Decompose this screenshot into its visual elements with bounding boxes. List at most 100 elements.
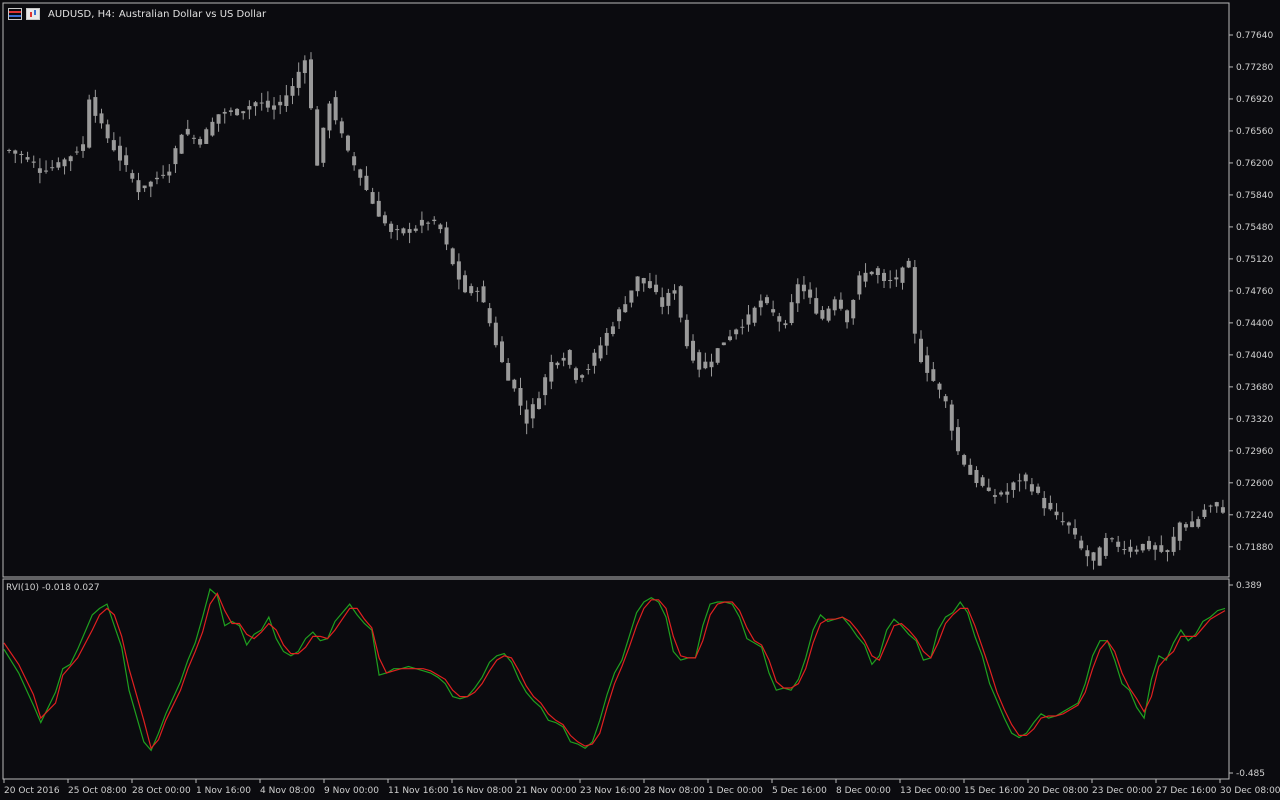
candle-body [321,127,326,163]
candle-body [222,111,227,114]
candle-body [968,464,973,475]
candle-body [789,302,794,324]
time-tick-label: 21 Nov 00:00 [516,786,577,796]
candle-body [167,171,172,176]
candle-body [272,105,277,110]
candle-body [1079,540,1084,549]
candle-body [882,272,887,281]
candle-body [463,275,468,293]
main-chart-frame [2,2,1230,578]
candle-body [1165,550,1170,553]
candle-body [173,148,178,165]
time-tick-label: 25 Oct 08:00 [68,786,127,796]
price-tick-label: 0.75840 [1236,191,1273,201]
rvi-axis: 0.389 -0.485 [1229,581,1265,779]
candle-body [278,101,283,106]
candle-body [31,161,36,163]
candle-body [598,345,603,359]
time-tick-label: 20 Oct 2016 [4,786,60,796]
candle-body [130,173,135,179]
candle-body [25,157,30,160]
candle-body [13,150,18,154]
candle-body [376,200,381,217]
candle-body [124,155,129,166]
candle-body [401,228,406,234]
candle-body [345,135,350,151]
candle-body [1140,543,1145,551]
candle-body [703,361,708,369]
candle-body [814,298,819,314]
candle-body [1190,521,1195,528]
time-tick-label: 23 Dec 00:00 [1092,786,1153,796]
candle-body [395,229,400,231]
candle-body [573,368,578,380]
candle-body [1122,549,1127,551]
candle-body [925,355,930,373]
chart-canvas[interactable]: 0.77640 0.77280 0.76920 0.76560 0.76200 0.758… [0,0,1280,800]
candle-body [1029,484,1034,492]
candle-body [99,113,104,124]
candle-body [1110,538,1115,540]
candle-body [87,99,92,148]
candle-body [198,139,203,145]
candle-body [44,170,49,172]
candle-body [974,469,979,484]
candle-body [444,227,449,245]
candle-body [1134,549,1139,552]
candle-body [179,134,184,154]
time-tick-label: 1 Nov 16:00 [196,786,251,796]
candle-body [678,286,683,318]
candle-body [1005,491,1010,495]
candle-body [832,299,837,311]
candle-body [869,271,874,275]
candle-body [734,329,739,335]
candle-body [962,455,967,465]
candle-body [1011,482,1016,490]
candle-body [919,338,923,363]
candle-body [309,59,313,109]
price-tick-label: 0.75120 [1236,255,1273,265]
candle-body [68,156,73,162]
candle-body [1017,480,1022,482]
candle-body [1146,540,1151,550]
candle-body [204,129,209,144]
candle-body [62,159,67,167]
candle-body [623,304,628,313]
price-tick-label: 0.77640 [1236,31,1273,41]
candle-body [629,290,634,303]
rvi-label: RVI(10) -0.018 0.027 [6,583,100,593]
time-tick-label: 9 Nov 00:00 [324,786,379,796]
candle-body [838,299,843,309]
candle-body [684,319,689,347]
candle-body [715,348,720,363]
candle-body [81,144,86,151]
candle-body [50,167,55,169]
candle-body [845,310,850,323]
candle-body [487,308,492,324]
candle-body [863,272,868,282]
candle-body [154,177,159,180]
candle-body [604,332,609,346]
time-tick-label: 28 Nov 08:00 [644,786,705,796]
candle-body [561,357,566,361]
candle-body [111,140,116,151]
candle-body [247,106,252,110]
candle-body [432,219,437,222]
candle-body [660,297,665,307]
candle-body [758,300,763,308]
candle-body [191,137,196,139]
time-tick-label: 1 Dec 00:00 [708,786,763,796]
candle-body [185,128,190,135]
candle-body [826,308,831,321]
candle-body [1208,505,1213,507]
price-tick-label: 0.73680 [1236,383,1273,393]
candle-body [1023,474,1028,482]
candle-body [210,121,215,136]
candle-body [352,156,357,166]
candle-body [900,267,905,283]
candle-body [450,248,455,265]
candle-body [407,229,412,233]
candle-body [1196,519,1201,527]
rvi-signal-line [3,592,1226,750]
candle-body [654,284,659,293]
